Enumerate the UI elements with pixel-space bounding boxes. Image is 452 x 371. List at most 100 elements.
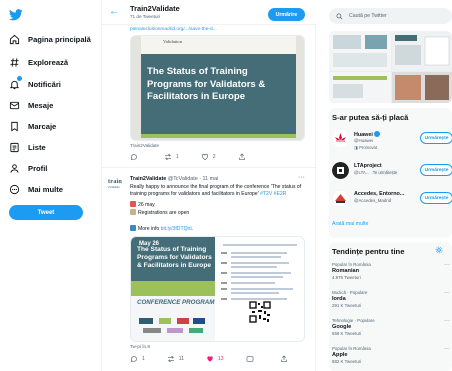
media-card-program[interactable]: The Status of Training Programs for Vali…	[130, 236, 305, 342]
tweet-author[interactable]: Train2Validate @TcValidate · 11 mai	[130, 176, 218, 182]
like-button[interactable]: 13	[206, 355, 224, 363]
retweet-count: 11	[178, 356, 184, 362]
program-heading: CONFERENCE PROGRAM	[137, 299, 215, 306]
date-line: 26 may	[130, 201, 155, 208]
program-card-title: The Status of Training Programs for Vali…	[137, 246, 212, 269]
accedes-avatar-icon	[332, 190, 349, 207]
huawei-avatar-icon	[332, 130, 349, 147]
trend-item[interactable]: Muzică · Populare Iorda 291 K Tweeturi ·…	[332, 290, 450, 308]
memo-emoji-icon	[130, 209, 136, 215]
partner-logos	[139, 318, 205, 333]
heart-icon	[201, 153, 208, 161]
trend-more-icon[interactable]: ···	[444, 318, 450, 324]
back-arrow-icon[interactable]: ←	[109, 7, 119, 17]
who-handle: @Accedes_Madrid	[354, 198, 392, 203]
stats-button[interactable]	[246, 355, 258, 363]
bookmark-icon	[8, 120, 20, 132]
gear-icon[interactable]	[435, 246, 443, 254]
who-to-follow-title: S-ar putea să-ți placă	[332, 113, 409, 122]
reply-button[interactable]: 1	[130, 355, 145, 363]
media-card[interactable]: Validation The Status of Training Progra…	[130, 35, 305, 141]
date-text: 26 may	[138, 202, 155, 208]
trend-more-icon[interactable]: ···	[444, 262, 450, 268]
notification-dot	[17, 76, 22, 81]
follow-accedes-button[interactable]: Urmărește	[420, 192, 452, 204]
left-nav: Pagina principală Explorează Notificări …	[0, 0, 100, 371]
info-emoji-icon	[130, 225, 136, 231]
nav-item-messages[interactable]: Mesaje	[8, 96, 53, 114]
more-info-line: More info bit.ly/3fDTQnL	[130, 225, 193, 232]
timeline-column: ← Train2Validate 71 de Tweeturi Urmărire…	[101, 0, 317, 371]
home-icon	[8, 33, 20, 45]
search-box[interactable]	[329, 8, 452, 24]
nav-item-explore[interactable]: Explorează	[8, 53, 68, 71]
follow-huawei-button[interactable]: Urmărește	[420, 132, 452, 144]
who-name: LTAproject	[354, 163, 382, 169]
nav-item-home[interactable]: Pagina principală	[8, 30, 91, 48]
who-item[interactable]: LTAproject @LTA... Te urmărește Urmăreșt…	[332, 160, 452, 182]
trend-count: 4.975 Tweeturi	[332, 275, 361, 280]
avatar-text-bottom: 2validate	[108, 185, 120, 189]
search-input[interactable]	[349, 13, 449, 19]
trend-item[interactable]: Popular în România Romanian 4.975 Tweetu…	[332, 262, 450, 280]
trend-title: Apple	[332, 352, 348, 358]
more-info-link[interactable]: bit.ly/3fDTQnL	[161, 226, 194, 232]
program-date-band	[131, 281, 215, 296]
follow-button[interactable]: Urmărire	[268, 8, 305, 21]
registration-text: Registrations are open	[138, 210, 190, 216]
trend-count: 291 K Tweeturi	[332, 303, 362, 308]
reply-icon	[130, 154, 137, 161]
trend-count: 882 K Tweeturi	[332, 359, 362, 364]
avatar-text-top: train	[108, 178, 123, 185]
who-handle: @Huawei	[354, 138, 374, 143]
tweet-button[interactable]: Tweet	[9, 205, 83, 220]
nav-item-bookmarks[interactable]: Marcaje	[8, 117, 56, 135]
show-more-link[interactable]: Arată mai multe	[332, 221, 368, 227]
list-icon	[8, 141, 20, 153]
like-count: 2	[212, 154, 216, 160]
who-handle-text: @LTA...	[354, 170, 370, 175]
tweet-count: 71 de Tweeturi	[130, 14, 161, 19]
trend-item[interactable]: Popular în România Apple 882 K Tweeturi …	[332, 346, 450, 364]
retweet-button[interactable]: 11	[167, 355, 184, 363]
author-name: Train2Validate	[130, 176, 167, 182]
tweet-actions: 1 11 13	[130, 354, 300, 364]
twitter-logo-icon[interactable]	[9, 9, 23, 21]
who-item[interactable]: Huawei @Huawei ◨ Promovat Urmărește	[332, 128, 452, 150]
retweet-button[interactable]: 1	[164, 153, 179, 161]
tweet-actions: 1 2	[130, 152, 300, 162]
page-title: Train2Validate	[130, 4, 180, 13]
follow-ltaproject-button[interactable]: Urmărește	[420, 164, 452, 176]
trend-more-icon[interactable]: ···	[444, 290, 450, 296]
program-date: May 26	[139, 241, 160, 247]
more-dots-icon[interactable]: ···	[298, 174, 305, 181]
share-button[interactable]	[280, 355, 292, 363]
profile-icon	[8, 162, 20, 174]
reply-button[interactable]	[130, 153, 142, 161]
share-button[interactable]	[238, 153, 250, 161]
nav-label: Profil	[28, 163, 48, 173]
tweet-link[interactable]: plenainclusionmadrid.org/.../save-the-d.…	[130, 27, 217, 32]
nav-item-more[interactable]: Mai multe	[8, 180, 63, 198]
media-gallery[interactable]	[329, 31, 452, 103]
trend-count: 659 K Tweeturi	[332, 331, 362, 336]
tweet-hashtags[interactable]: #T2V #E2R	[260, 191, 286, 197]
trend-title: Iorda	[332, 296, 346, 302]
avatar[interactable]: train 2validate	[108, 178, 125, 189]
card-stripe	[141, 134, 296, 138]
nav-item-notifications[interactable]: Notificări	[8, 75, 61, 93]
trend-title: Google	[332, 324, 352, 330]
retweet-icon	[165, 154, 171, 160]
author-handle: @TcValidate · 11 mai	[167, 176, 219, 182]
tweet-divider	[102, 167, 317, 168]
nav-item-profile[interactable]: Profil	[8, 159, 47, 177]
like-button[interactable]: 2	[201, 153, 216, 161]
who-item[interactable]: Accedes, Entorno... @Accedes_Madrid Urmă…	[332, 188, 452, 210]
follows-you-tag: Te urmărește	[370, 170, 400, 175]
trend-more-icon[interactable]: ···	[444, 346, 450, 352]
trend-context: Popular în România	[332, 262, 371, 267]
trend-item[interactable]: Tehnologie · Populare Google 659 K Tweet…	[332, 318, 450, 336]
who-name: Accedes, Entorno...	[354, 191, 405, 197]
nav-item-lists[interactable]: Liste	[8, 138, 46, 156]
trend-context: Tehnologie · Populare	[332, 318, 375, 323]
